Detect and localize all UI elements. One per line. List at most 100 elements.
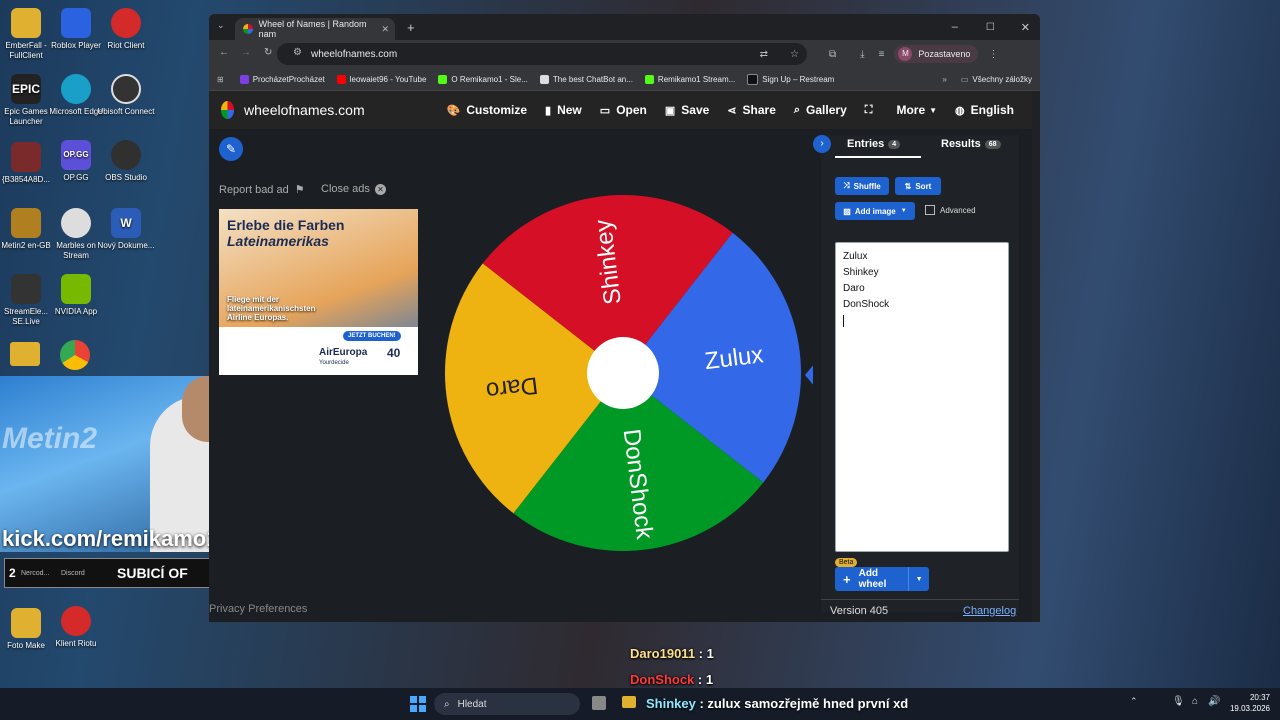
youtube-icon: [336, 74, 346, 84]
chat-username: DonShock: [630, 672, 695, 687]
chat-message: Daro19011 : 1: [630, 646, 714, 661]
desktop-icon-klient-riotu[interactable]: Klient Riotu: [44, 606, 108, 649]
close-window-icon[interactable]: ✕: [1021, 21, 1030, 34]
chrome-icon[interactable]: [60, 340, 90, 370]
tray-overflow-icon[interactable]: ⌃: [1130, 696, 1138, 707]
changelog-link[interactable]: Changelog: [963, 605, 1016, 617]
all-bookmarks-link[interactable]: Všechny záložky: [972, 75, 1032, 84]
nav-new[interactable]: ▮ New: [545, 103, 582, 117]
bookmark-star-icon[interactable]: ☆: [790, 49, 799, 60]
nav-fullscreen[interactable]: ⛶: [865, 104, 879, 117]
entries-count-badge: 4: [888, 139, 901, 149]
tab-search-list-icon[interactable]: ≡: [879, 49, 885, 60]
sort-button[interactable]: ⇅ Sort: [895, 177, 941, 195]
beta-badge: Beta: [835, 558, 858, 567]
site-logo-icon[interactable]: [221, 101, 235, 119]
close-tab-icon[interactable]: ✕: [381, 24, 389, 35]
ubisoft-icon: [111, 74, 141, 104]
entries-textarea[interactable]: Zulux Shinkey Daro DonShock: [835, 242, 1009, 552]
tab-entries[interactable]: Entries 4: [847, 138, 901, 150]
desktop-icon-riot-client[interactable]: Riot Client: [94, 8, 158, 51]
bookmark-item[interactable]: leowaiet96 - YouTube: [336, 74, 426, 84]
translate-icon[interactable]: ⇄: [760, 49, 768, 60]
nav-save[interactable]: ▣ Save: [665, 103, 709, 117]
new-tab-icon[interactable]: +: [407, 20, 415, 35]
download-icon[interactable]: ⤓: [860, 49, 864, 60]
nav-customize[interactable]: 🎨 Customize: [447, 103, 527, 117]
minimize-icon[interactable]: –: [952, 21, 958, 33]
riot-icon: [111, 8, 141, 38]
report-ad-link[interactable]: Report bad ad ⚑: [219, 183, 305, 197]
advanced-checkbox[interactable]: Advanced: [925, 205, 976, 215]
explorer-icon[interactable]: [622, 696, 636, 708]
epic-games-icon: EPIC: [11, 74, 41, 104]
tab-search-icon[interactable]: ⌄: [217, 20, 225, 31]
desktop-icon-obs[interactable]: OBS Studio: [94, 140, 158, 183]
edit-pencil-icon[interactable]: ✎: [219, 137, 243, 161]
privacy-preferences-link[interactable]: Privacy Preferences: [209, 603, 307, 615]
bookmark-item[interactable]: Sign Up – Restream: [747, 73, 834, 85]
desktop-icon-ubisoft[interactable]: Ubisoft Connect: [94, 74, 158, 117]
bookmark-item[interactable]: O Remikamo1 - Sle...: [438, 74, 528, 84]
collapse-panel-chevron-icon[interactable]: ›: [813, 135, 831, 153]
microphone-icon[interactable]: 🎙: [1172, 696, 1185, 707]
ad-body: Fliege mit der lateinamerikanischsten Ai…: [227, 295, 316, 322]
sub-goal-current: 2: [9, 566, 16, 580]
entry-line: Daro: [843, 283, 865, 294]
nav-share[interactable]: ⋖ Share: [727, 103, 776, 117]
wheel-center-hub[interactable]: [587, 337, 659, 409]
url-field[interactable]: ⚙ wheelofnames.com ⇄ ☆: [277, 43, 807, 65]
nav-open[interactable]: ▭ Open: [600, 103, 647, 117]
nav-gallery[interactable]: ⌕ Gallery: [794, 103, 847, 117]
nav-more[interactable]: More ▼: [896, 103, 937, 117]
volume-icon[interactable]: 🔊: [1208, 696, 1220, 707]
windows-start-icon[interactable]: [410, 696, 426, 712]
advertisement[interactable]: Erlebe die Farben Lateinamerikas Fliege …: [219, 209, 418, 375]
shuffle-button[interactable]: ⤨ Shuffle: [835, 177, 889, 195]
task-view-icon[interactable]: [592, 696, 606, 710]
name-wheel[interactable]: ZuluxDonShockDaroShinkey: [441, 193, 813, 565]
chevron-down-icon[interactable]: ▼: [908, 567, 929, 591]
add-wheel-button[interactable]: + Add wheel ▼: [835, 567, 929, 591]
desktop-icon-nvidia[interactable]: NVIDIA App: [44, 274, 108, 317]
profile-chip[interactable]: M Pozastaveno: [894, 45, 979, 63]
bookmark-item[interactable]: The best ChatBot an...: [539, 74, 633, 84]
clock[interactable]: 20:37 19.03.2026: [1226, 692, 1270, 714]
menu-dots-icon[interactable]: ⋮: [988, 49, 998, 60]
tab-results[interactable]: Results 68: [941, 138, 1001, 150]
tab-wheel-of-names[interactable]: Wheel of Names | Random nam ✕: [235, 18, 395, 40]
word-icon: W: [111, 208, 141, 238]
ad-brand: AirEuropa: [319, 347, 368, 358]
roblox-icon: [61, 8, 91, 38]
bookmark-item[interactable]: Remikamo1 Stream...: [644, 74, 735, 84]
add-image-button[interactable]: ▨ Add image ▼: [835, 202, 915, 220]
checkbox-icon: [925, 205, 935, 215]
bookmark-item[interactable]: ProcházetProcházet: [239, 74, 325, 84]
entry-line: DonShock: [843, 299, 890, 310]
more-bookmarks-icon[interactable]: »: [942, 75, 946, 84]
chat-username: Daro19011: [630, 646, 696, 661]
ad-badge: 40: [387, 346, 401, 360]
desktop-icon-word-doc[interactable]: W Nový Dokume...: [94, 208, 158, 251]
taskbar-search[interactable]: ⌕ Hledat: [434, 693, 580, 715]
ad-cta-button[interactable]: JETZT BUCHEN!: [343, 331, 401, 341]
forward-icon[interactable]: →: [241, 47, 251, 58]
text-caret: [843, 315, 844, 327]
share-icon: ⋖: [727, 104, 737, 117]
maximize-icon[interactable]: ☐: [986, 22, 995, 33]
apps-grid-icon[interactable]: ⊞: [217, 75, 224, 84]
site-settings-icon[interactable]: ⚙: [293, 47, 302, 58]
site-brand[interactable]: wheelofnames.com: [244, 102, 365, 118]
close-ads-link[interactable]: Close ads ✕: [321, 183, 386, 195]
fullscreen-icon: ⛶: [864, 103, 873, 116]
extensions-icon[interactable]: ⧉: [829, 49, 836, 60]
folder-icon[interactable]: [10, 342, 40, 366]
chat-text: : zulux samozřejmě hned první xd: [695, 696, 909, 711]
obs-icon: [111, 140, 141, 170]
reload-icon[interactable]: ↻: [264, 47, 272, 58]
network-icon[interactable]: ⌂: [1192, 696, 1198, 707]
nav-language[interactable]: ◍ English: [955, 103, 1014, 117]
back-icon[interactable]: ←: [219, 47, 229, 58]
marbles-icon: [61, 208, 91, 238]
chatbot-icon: [539, 74, 549, 84]
